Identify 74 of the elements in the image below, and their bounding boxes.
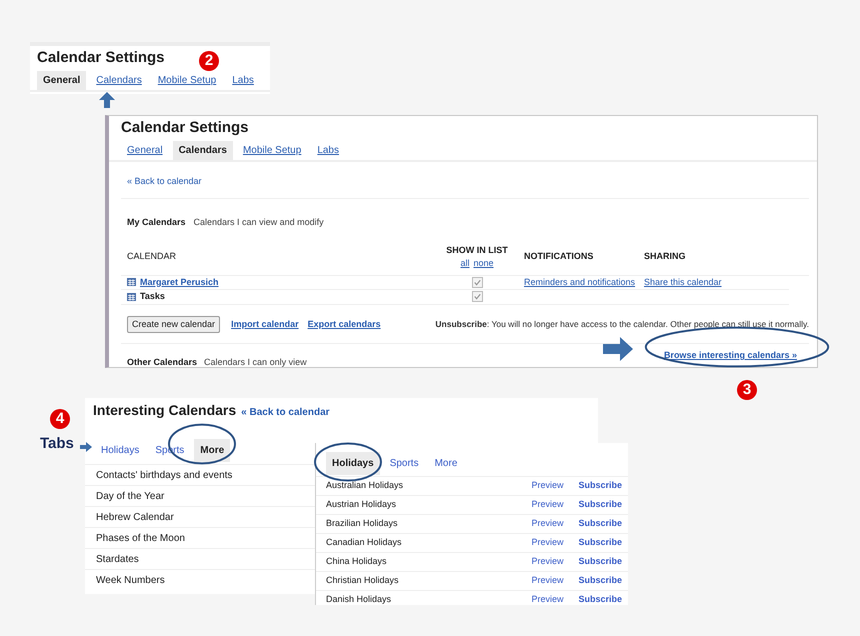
arrow-icon bbox=[99, 92, 115, 108]
preview-link[interactable]: Preview bbox=[531, 517, 564, 531]
step-number-badge: 3 bbox=[737, 380, 757, 400]
show-link[interactable]: none bbox=[473, 257, 494, 270]
preview-link[interactable]: Preview bbox=[531, 574, 564, 588]
tab[interactable]: Sports bbox=[384, 452, 425, 475]
calendar-list-item[interactable]: Week Numbers bbox=[85, 569, 315, 590]
tab[interactable]: Calendars bbox=[172, 141, 233, 160]
tab[interactable]: More bbox=[428, 452, 464, 475]
tab[interactable]: Calendars bbox=[90, 71, 148, 90]
preview-link[interactable]: Preview bbox=[531, 555, 564, 569]
subscribe-link[interactable]: Subscribe bbox=[578, 536, 622, 550]
section-heading: Other Calendars bbox=[127, 356, 198, 369]
tab[interactable]: Mobile Setup bbox=[152, 71, 222, 90]
section-description: Calendars I can view and modify bbox=[194, 216, 324, 229]
calendar-name: Tasks bbox=[140, 290, 165, 303]
holiday-calendar-name: China Holidays bbox=[326, 555, 387, 568]
tab[interactable]: General bbox=[121, 141, 169, 160]
calendar-list-item[interactable]: Day of the Year bbox=[85, 485, 315, 506]
back-link[interactable]: « Back to calendar bbox=[241, 405, 330, 420]
calendar-grid-icon bbox=[127, 278, 136, 286]
annotation-label: Tabs bbox=[40, 434, 74, 454]
create-calendar-button[interactable]: Create new calendar bbox=[127, 316, 220, 333]
holiday-calendar-name: Danish Holidays bbox=[326, 593, 392, 606]
preview-link[interactable]: Preview bbox=[531, 536, 564, 550]
import-link[interactable]: Import calendar bbox=[231, 318, 299, 331]
subscribe-link[interactable]: Subscribe bbox=[578, 574, 622, 588]
column-header: SHOW IN LIST bbox=[446, 244, 508, 256]
tab[interactable]: General bbox=[37, 71, 86, 90]
unsubscribe-note: Unsubscribe: You will no longer have access to the calendar. Other people can still use it normally. bbox=[435, 318, 809, 331]
calendar-list-item[interactable]: Contacts' birthdays and events bbox=[85, 464, 315, 485]
step-number-badge: 4 bbox=[50, 409, 70, 429]
calendar-list-item[interactable]: Phases of the Moon bbox=[85, 527, 315, 548]
preview-link[interactable]: Preview bbox=[531, 593, 564, 607]
sharing-link[interactable]: Share this calendar bbox=[644, 276, 722, 286]
tab[interactable]: Mobile Setup bbox=[236, 141, 308, 160]
tab[interactable]: Holidays bbox=[95, 439, 146, 462]
tab[interactable]: Labs bbox=[226, 71, 260, 90]
checkbox[interactable] bbox=[472, 291, 482, 302]
holiday-calendar-name: Australian Holidays bbox=[326, 479, 404, 492]
subscribe-link[interactable]: Subscribe bbox=[578, 517, 622, 531]
subscribe-link[interactable]: Subscribe bbox=[578, 593, 622, 607]
arrow-icon bbox=[603, 337, 633, 361]
column-header: CALENDAR bbox=[127, 250, 178, 264]
tab[interactable]: More bbox=[194, 439, 230, 462]
page-title: Calendar Settings bbox=[37, 49, 165, 67]
preview-link[interactable]: Preview bbox=[531, 479, 564, 493]
checkbox[interactable] bbox=[472, 276, 482, 288]
back-link[interactable]: « Back to calendar bbox=[127, 176, 202, 186]
section-description: Calendars I can only view bbox=[204, 356, 307, 369]
holiday-calendar-name: Canadian Holidays bbox=[326, 536, 402, 550]
tab[interactable]: Labs bbox=[311, 141, 345, 160]
subscribe-link[interactable]: Subscribe bbox=[578, 498, 622, 512]
export-link[interactable]: Export calendars bbox=[308, 318, 381, 331]
holiday-calendar-name: Brazilian Holidays bbox=[326, 517, 398, 530]
subscribe-link[interactable]: Subscribe bbox=[578, 555, 622, 569]
column-header: SHARING bbox=[644, 250, 687, 264]
subscribe-link[interactable]: Subscribe bbox=[578, 479, 622, 493]
section-heading: My Calendars bbox=[127, 216, 186, 229]
page-title: Interesting Calendars bbox=[93, 401, 236, 420]
preview-link[interactable]: Preview bbox=[531, 498, 564, 512]
page-title: Calendar Settings bbox=[121, 118, 249, 138]
notifications-link[interactable]: Reminders and notifications bbox=[524, 276, 636, 286]
show-link[interactable]: all bbox=[460, 257, 470, 270]
column-header: NOTIFICATIONS bbox=[523, 250, 594, 264]
arrow-icon bbox=[80, 442, 92, 452]
holiday-calendar-name: Christian Holidays bbox=[326, 574, 399, 588]
calendar-link[interactable]: Margaret Perusich bbox=[140, 276, 219, 289]
calendar-list-item[interactable]: Hebrew Calendar bbox=[85, 506, 315, 527]
calendar-grid-icon bbox=[127, 292, 136, 301]
holiday-calendar-name: Austrian Holidays bbox=[326, 498, 396, 512]
calendar-list-item[interactable]: Stardates bbox=[85, 548, 315, 569]
tab[interactable]: Holidays bbox=[326, 452, 380, 475]
highlight-ellipse bbox=[314, 442, 382, 482]
